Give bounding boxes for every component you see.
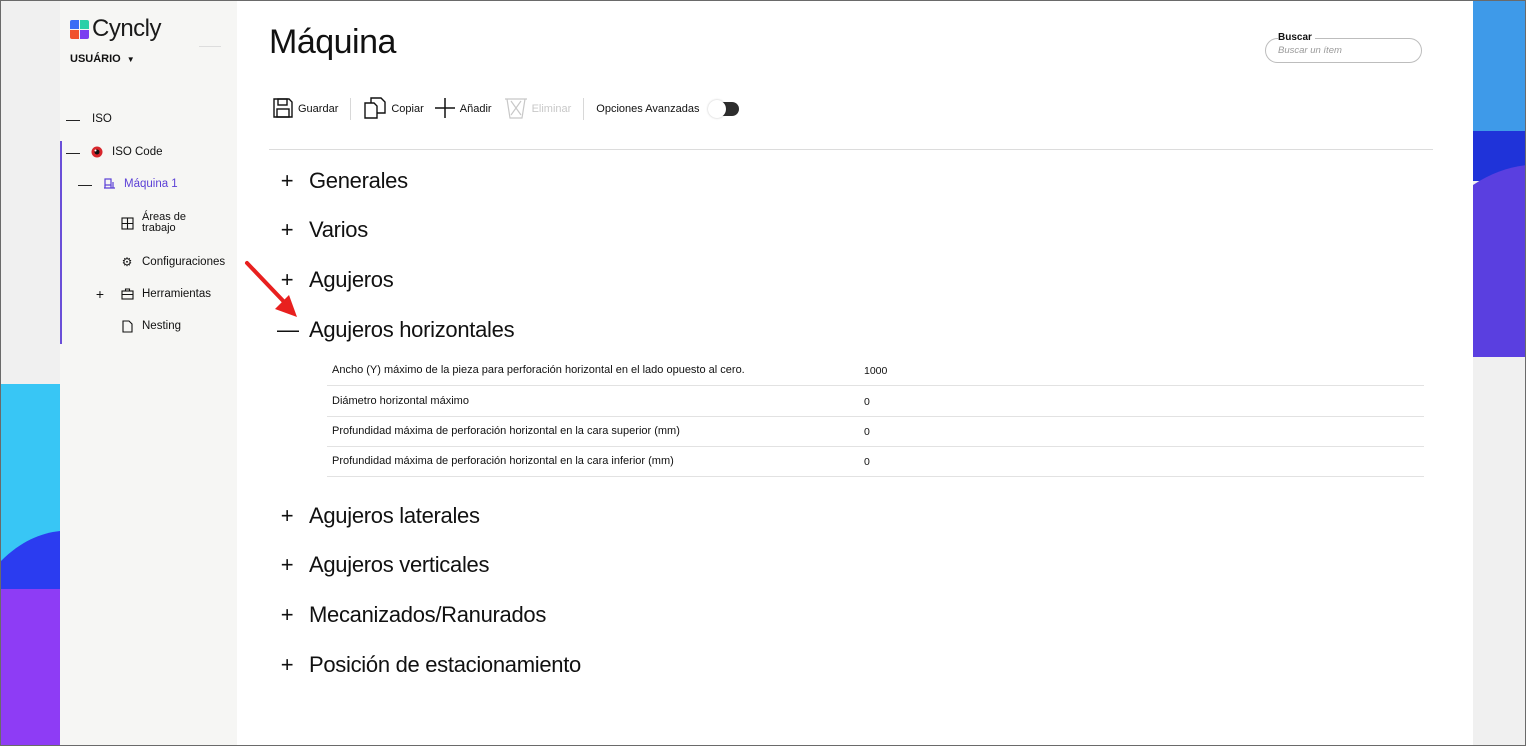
tree-item-label: ISO Code xyxy=(112,146,163,158)
section-agujeros-horizontales[interactable]: — Agujeros horizontales xyxy=(277,317,515,343)
gear-icon: ⚙ xyxy=(121,255,133,269)
save-label: Guardar xyxy=(298,103,339,115)
section-varios[interactable]: + Varios xyxy=(277,217,369,243)
property-label: Ancho (Y) máximo de la pieza para perfor… xyxy=(332,364,745,376)
logo-divider xyxy=(199,46,221,47)
tree-item-label: Áreas de trabajo xyxy=(142,211,187,234)
search-input[interactable] xyxy=(1278,45,1413,56)
tree-item-label: ISO xyxy=(92,113,112,125)
tree-item-configuraciones[interactable]: ⚙ Configuraciones xyxy=(120,255,226,269)
toolbar-divider xyxy=(350,98,352,120)
collapse-icon[interactable]: — xyxy=(66,145,80,159)
property-row: Profundidad máxima de perforación horizo… xyxy=(327,446,1424,477)
copy-label: Copiar xyxy=(391,103,424,115)
document-icon xyxy=(120,319,134,333)
header-divider xyxy=(269,149,1433,150)
red-arrow-annotation xyxy=(245,261,297,317)
tree-item-label: Nesting xyxy=(142,320,181,332)
property-row: Diámetro horizontal máximo 0 xyxy=(327,386,1424,417)
toolbar: Guardar Copiar Añadir Eliminar Opciones … xyxy=(272,95,740,123)
user-menu-label: USUÁRIO xyxy=(70,53,121,65)
tree-item-iso-code[interactable]: — ISO Code xyxy=(66,145,163,159)
tree-item-herramientas[interactable]: + Herramientas xyxy=(94,287,211,301)
expand-icon: + xyxy=(280,552,294,577)
tree-item-label: Herramientas xyxy=(142,288,212,300)
section-title: Varios xyxy=(309,217,368,242)
expand-icon: + xyxy=(280,217,294,242)
section-agujeros-laterales[interactable]: + Agujeros laterales xyxy=(277,503,480,529)
add-button[interactable]: Añadir xyxy=(434,97,492,122)
section-mecanizados-ranurados[interactable]: + Mecanizados/Ranurados xyxy=(277,602,547,628)
toolbar-divider xyxy=(583,98,585,120)
section-title: Mecanizados/Ranurados xyxy=(309,602,547,627)
copy-button[interactable]: Copiar xyxy=(363,96,424,122)
section-title: Generales xyxy=(309,168,408,193)
app-window: Cyncly USUÁRIO ▼ — ISO — ISO Code — Máqu… xyxy=(0,0,1526,746)
page-title: Máquina xyxy=(269,23,396,61)
property-value[interactable]: 0 xyxy=(864,426,870,438)
property-value[interactable]: 1000 xyxy=(864,365,887,377)
left-decoration xyxy=(1,1,60,745)
tree-active-line xyxy=(60,141,62,344)
trash-icon xyxy=(504,97,528,122)
brand-logo[interactable]: Cyncly xyxy=(70,15,162,43)
iso-code-icon xyxy=(90,145,104,159)
user-menu[interactable]: USUÁRIO ▼ xyxy=(70,53,135,65)
chevron-down-icon: ▼ xyxy=(126,54,135,64)
property-label: Profundidad máxima de perforación horizo… xyxy=(332,425,680,437)
advanced-options-label: Opciones Avanzadas xyxy=(596,103,700,115)
expand-icon[interactable]: + xyxy=(94,287,106,301)
section-title: Agujeros verticales xyxy=(309,552,490,577)
tree-item-label: Configuraciones xyxy=(142,256,226,268)
delete-button[interactable]: Eliminar xyxy=(504,97,572,122)
tree-item-maquina-1[interactable]: — Máquina 1 xyxy=(78,177,178,191)
property-row: Ancho (Y) máximo de la pieza para perfor… xyxy=(327,355,1424,386)
save-button[interactable]: Guardar xyxy=(272,97,338,122)
property-label: Profundidad máxima de perforación horizo… xyxy=(332,455,674,467)
delete-label: Eliminar xyxy=(531,103,572,115)
collapse-icon[interactable]: — xyxy=(66,112,80,126)
section-generales[interactable]: + Generales xyxy=(277,168,408,194)
tree-item-areas-de-trabajo[interactable]: Áreas de trabajo xyxy=(120,212,186,234)
section-title: Posición de estacionamiento xyxy=(309,652,581,677)
section-title: Agujeros xyxy=(309,267,394,292)
expand-icon: + xyxy=(280,503,294,528)
copy-icon xyxy=(363,96,387,122)
section-title: Agujeros laterales xyxy=(309,503,480,528)
decor-band-purple xyxy=(1,589,60,745)
tree-item-label: Máquina 1 xyxy=(124,178,178,190)
plus-icon xyxy=(434,97,456,122)
floppy-disk-icon xyxy=(272,97,294,122)
grid-icon xyxy=(120,216,134,230)
expand-icon: + xyxy=(280,652,294,677)
expand-icon: + xyxy=(280,168,294,193)
decor-wave-right xyxy=(1473,165,1525,357)
section-title: Agujeros horizontales xyxy=(309,317,515,342)
toggle-switch[interactable] xyxy=(708,100,740,118)
section-posicion-de-estacionamiento[interactable]: + Posición de estacionamiento xyxy=(277,652,582,678)
property-row: Profundidad máxima de perforación horizo… xyxy=(327,416,1424,447)
property-value[interactable]: 0 xyxy=(864,396,870,408)
expand-icon: + xyxy=(280,602,294,627)
right-decoration xyxy=(1473,1,1525,745)
advanced-options-toggle[interactable]: Opciones Avanzadas xyxy=(596,100,740,118)
search-label: Buscar xyxy=(1278,32,1315,43)
decor-band-blue xyxy=(1473,1,1525,131)
tree-item-nesting[interactable]: Nesting xyxy=(120,319,181,333)
add-label: Añadir xyxy=(459,103,492,115)
toolbox-icon xyxy=(120,287,134,301)
section-agujeros-verticales[interactable]: + Agujeros verticales xyxy=(277,552,490,578)
tree-item-iso[interactable]: — ISO xyxy=(66,112,112,126)
property-label: Diámetro horizontal máximo xyxy=(332,395,469,407)
property-value[interactable]: 0 xyxy=(864,456,870,468)
brand-name: Cyncly xyxy=(92,15,162,42)
sidebar: Cyncly USUÁRIO ▼ — ISO — ISO Code — Máqu… xyxy=(60,1,237,745)
collapse-icon[interactable]: — xyxy=(78,177,92,191)
cyncly-logo-icon xyxy=(70,19,89,39)
machine-icon xyxy=(102,177,116,191)
